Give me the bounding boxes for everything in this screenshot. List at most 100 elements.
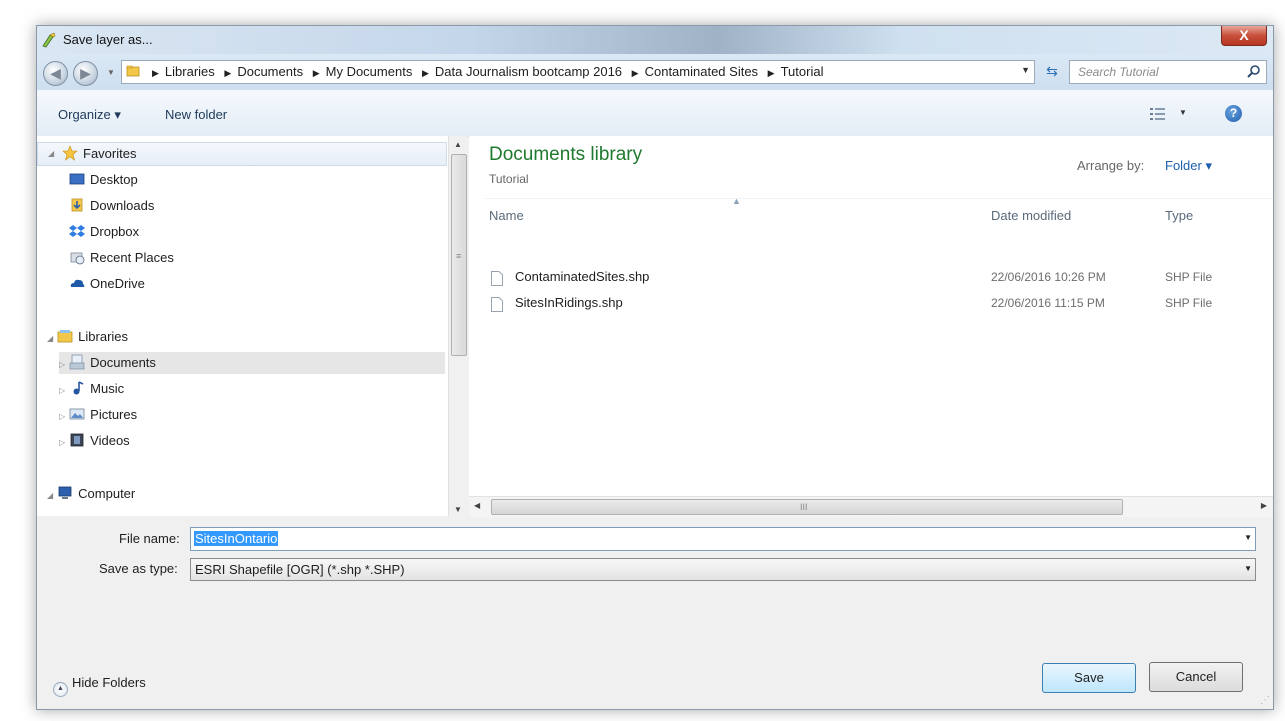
sort-indicator-icon: ▲ — [732, 196, 741, 206]
file-row[interactable]: SitesInRidings.shp 22/06/2016 11:15 PM S… — [485, 292, 1273, 316]
cancel-button[interactable]: Cancel — [1149, 662, 1243, 692]
navigation-row: ◀ ▶ ▼ ▶ Libraries ▶ Documents ▶ My Document… — [37, 54, 1273, 90]
breadcrumb-item[interactable]: Contaminated Sites — [645, 64, 758, 79]
star-icon — [62, 145, 78, 161]
videos-icon — [70, 433, 84, 447]
nav-item-label: Desktop — [90, 172, 138, 187]
column-divider — [485, 198, 1273, 199]
file-type: SHP File — [1165, 270, 1213, 284]
nav-item-recent-places[interactable]: Recent Places — [69, 247, 174, 269]
computer-header[interactable]: ◢ Computer — [47, 483, 135, 505]
folder-icon — [126, 65, 140, 77]
breadcrumb-item[interactable]: Data Journalism bootcamp 2016 — [435, 64, 622, 79]
dropbox-icon — [69, 225, 85, 237]
nav-item-label: Downloads — [90, 198, 155, 213]
nav-item-onedrive[interactable]: OneDrive — [69, 273, 145, 295]
scroll-up-icon[interactable]: ▲ — [454, 140, 462, 149]
column-header-type[interactable]: Type — [1165, 208, 1193, 223]
recent-locations-dropdown-icon[interactable]: ▼ — [107, 68, 115, 77]
file-name-label: File name: — [119, 531, 180, 546]
expand-arrow-icon[interactable]: ▷ — [59, 438, 65, 447]
nav-item-label: Pictures — [90, 407, 138, 422]
organize-button[interactable]: Organize ▾ — [58, 107, 121, 123]
libraries-label: Libraries — [78, 329, 129, 344]
file-row[interactable]: ContaminatedSites.shp 22/06/2016 10:26 P… — [485, 266, 1273, 290]
expand-arrow-icon[interactable]: ▷ — [59, 412, 65, 421]
file-type: SHP File — [1165, 296, 1213, 310]
library-subtitle: Tutorial — [489, 172, 529, 186]
scroll-left-icon[interactable]: ◀ — [474, 501, 480, 510]
libraries-header[interactable]: ◢ Libraries — [47, 326, 128, 348]
scroll-right-icon[interactable]: ▶ — [1261, 501, 1267, 510]
desktop-icon — [69, 173, 85, 185]
collapse-arrow-icon[interactable]: ◢ — [48, 143, 54, 165]
expand-arrow-icon[interactable]: ▷ — [59, 386, 65, 395]
help-icon[interactable]: ? — [1225, 105, 1242, 122]
save-dialog: Save layer as... X ◀ ▶ ▼ ▶ Libraries ▶ Doc… — [36, 25, 1274, 710]
view-dropdown-icon[interactable]: ▼ — [1179, 108, 1187, 117]
view-options-icon[interactable] — [1149, 106, 1167, 122]
save-as-type-label: Save as type: — [99, 561, 178, 576]
search-placeholder: Search Tutorial — [1078, 65, 1159, 79]
scrollbar-thumb[interactable]: III — [491, 499, 1123, 515]
expand-arrow-icon[interactable]: ▷ — [59, 360, 65, 369]
search-input[interactable]: Search Tutorial — [1069, 60, 1267, 84]
breadcrumb-item[interactable]: Libraries — [165, 64, 215, 79]
address-dropdown-icon[interactable]: ▼ — [1021, 65, 1030, 75]
breadcrumb-item[interactable]: Documents — [237, 64, 303, 79]
save-button[interactable]: Save — [1042, 663, 1136, 693]
back-arrow-icon[interactable]: ◀ — [43, 61, 68, 86]
collapse-circle-icon: ▲ — [53, 682, 68, 697]
arrange-by-dropdown[interactable]: Folder ▾ — [1165, 158, 1212, 174]
hide-folders-label: Hide Folders — [72, 675, 146, 690]
arrange-by-label: Arrange by: — [1077, 158, 1145, 173]
search-icon[interactable] — [1246, 64, 1262, 80]
save-as-type-select[interactable]: ESRI Shapefile [OGR] (*.shp *.SHP) ▼ — [190, 558, 1256, 581]
address-bar[interactable]: ▶ Libraries ▶ Documents ▶ My Documents ▶ Dat… — [121, 60, 1035, 84]
computer-icon — [58, 486, 72, 499]
nav-item-videos[interactable]: ▷ Videos — [59, 430, 130, 452]
breadcrumb-item[interactable]: Tutorial — [781, 64, 824, 79]
save-as-type-dropdown-icon[interactable]: ▼ — [1244, 564, 1252, 573]
collapse-arrow-icon[interactable]: ◢ — [47, 491, 53, 500]
nav-item-documents[interactable]: ▷ Documents — [59, 352, 445, 374]
file-icon — [491, 297, 503, 312]
pictures-icon — [69, 408, 85, 420]
nav-item-desktop[interactable]: Desktop — [69, 169, 138, 191]
onedrive-icon — [70, 279, 85, 287]
new-folder-button[interactable]: New folder — [165, 107, 227, 122]
file-date: 22/06/2016 10:26 PM — [991, 270, 1106, 284]
file-list-pane: Documents library Tutorial Arrange by: F… — [469, 136, 1273, 516]
scroll-down-icon[interactable]: ▼ — [454, 505, 462, 514]
file-name-value[interactable]: SitesInOntario — [194, 531, 279, 546]
resize-grip-icon[interactable]: ⋰ — [1260, 695, 1270, 706]
favorites-header[interactable]: ◢ Favorites — [37, 142, 447, 166]
breadcrumb-item[interactable]: My Documents — [326, 64, 413, 79]
file-name: SitesInRidings.shp — [515, 295, 623, 310]
nav-pane-scrollbar[interactable]: ▲ ≡ ▼ — [448, 136, 468, 516]
collapse-arrow-icon[interactable]: ◢ — [47, 334, 53, 343]
nav-item-label: Documents — [90, 355, 156, 370]
nav-item-label: Recent Places — [90, 250, 174, 265]
library-title: Documents library — [489, 144, 643, 165]
nav-item-downloads[interactable]: Downloads — [69, 195, 154, 217]
nav-item-label: Dropbox — [90, 224, 140, 239]
libraries-icon — [57, 330, 73, 343]
file-name-field[interactable]: SitesInOntario ▼ — [190, 527, 1256, 551]
file-icon — [491, 271, 503, 286]
scrollbar-thumb[interactable]: ≡ — [451, 154, 467, 356]
close-button[interactable]: X — [1221, 26, 1267, 46]
file-name: ContaminatedSites.shp — [515, 269, 650, 284]
forward-arrow-icon[interactable]: ▶ — [73, 61, 98, 86]
nav-item-dropbox[interactable]: Dropbox — [69, 221, 139, 243]
column-header-name[interactable]: Name — [489, 208, 524, 223]
file-list-horizontal-scrollbar[interactable]: ◀ III ▶ — [469, 496, 1273, 517]
file-name-dropdown-icon[interactable]: ▼ — [1244, 533, 1252, 542]
refresh-icon[interactable]: ⇆ — [1041, 61, 1063, 81]
nav-item-pictures[interactable]: ▷ Pictures — [59, 404, 137, 426]
nav-item-music[interactable]: ▷ Music — [59, 378, 124, 400]
column-header-date-modified[interactable]: Date modified — [991, 208, 1071, 223]
nav-item-label: Music — [90, 381, 125, 396]
hide-folders-button[interactable]: ▲ Hide Folders — [53, 675, 146, 697]
computer-label: Computer — [78, 486, 136, 501]
